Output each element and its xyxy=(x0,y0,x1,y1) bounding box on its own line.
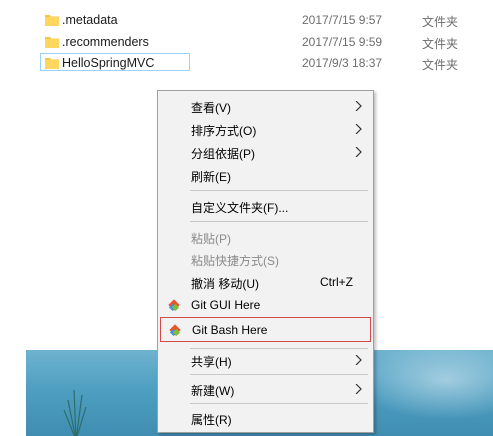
menu-item-label: 查看(V) xyxy=(191,101,231,115)
file-type: 文件夹 xyxy=(422,58,459,72)
menu-item-new[interactable]: 新建(W) xyxy=(160,376,371,398)
menu-item-git-gui[interactable]: Git GUI Here xyxy=(160,294,371,316)
menu-item-label: Git GUI Here xyxy=(191,298,261,312)
chevron-right-icon xyxy=(355,124,362,134)
menu-item-properties[interactable]: 属性(R) xyxy=(160,407,371,429)
menu-separator xyxy=(190,403,368,404)
menu-item-label: 分组依据(P) xyxy=(191,147,255,161)
menu-separator xyxy=(190,221,368,222)
menu-item-shortcut: Ctrl+Z xyxy=(320,275,353,289)
menu-item-label: 撤消 移动(U) xyxy=(191,277,259,291)
file-name-cell: HelloSpringMVC xyxy=(40,53,190,71)
file-name: HelloSpringMVC xyxy=(62,56,155,70)
menu-item-label: 属性(R) xyxy=(191,413,232,427)
menu-separator xyxy=(190,190,368,191)
menu-item-refresh[interactable]: 刷新(E) xyxy=(160,164,371,186)
file-name-cell: .metadata xyxy=(40,10,300,28)
wallpaper-glow xyxy=(356,350,493,420)
menu-item-label: 排序方式(O) xyxy=(191,124,257,138)
menu-item-label: 粘贴(P) xyxy=(191,232,231,246)
file-name: .recommenders xyxy=(62,35,149,49)
menu-item-share[interactable]: 共享(H) xyxy=(160,347,371,369)
file-row-hellospringmvc[interactable]: HelloSpringMVC 2017/9/3 18:37 文件夹 xyxy=(40,53,480,73)
menu-item-label: 粘贴快捷方式(S) xyxy=(191,254,279,268)
folder-icon xyxy=(45,58,59,69)
menu-item-git-bash[interactable]: Git Bash Here xyxy=(160,317,371,342)
file-date: 2017/7/15 9:59 xyxy=(302,35,383,49)
file-name: .metadata xyxy=(62,13,118,27)
folder-icon xyxy=(45,15,59,26)
file-name-cell: .recommenders xyxy=(40,32,300,50)
chevron-right-icon xyxy=(355,101,362,111)
file-date: 2017/7/15 9:57 xyxy=(302,13,383,27)
chevron-right-icon xyxy=(355,384,362,394)
file-date: 2017/9/3 18:37 xyxy=(302,56,383,70)
file-row-recommenders[interactable]: .recommenders 2017/7/15 9:59 文件夹 xyxy=(40,32,480,52)
chevron-right-icon xyxy=(355,147,362,157)
menu-item-sort[interactable]: 排序方式(O) xyxy=(160,118,371,140)
git-icon xyxy=(169,324,181,337)
menu-item-label: 共享(H) xyxy=(191,355,232,369)
menu-item-paste: 粘贴(P) xyxy=(160,226,371,248)
folder-icon xyxy=(45,37,59,48)
menu-item-label: 新建(W) xyxy=(191,384,235,398)
git-icon xyxy=(168,299,180,312)
menu-item-view[interactable]: 查看(V) xyxy=(160,95,371,117)
menu-separator xyxy=(190,374,368,375)
file-row-metadata[interactable]: .metadata 2017/7/15 9:57 文件夹 xyxy=(40,10,480,30)
menu-item-group[interactable]: 分组依据(P) xyxy=(160,141,371,163)
menu-item-label: 刷新(E) xyxy=(191,170,231,184)
menu-item-label: Git Bash Here xyxy=(192,323,268,337)
chevron-right-icon xyxy=(355,355,362,365)
context-menu: 查看(V) 排序方式(O) 分组依据(P) 刷新(E) 自定义文件夹(F)...… xyxy=(157,90,374,433)
menu-item-label: 自定义文件夹(F)... xyxy=(191,201,289,215)
menu-item-undo-move[interactable]: 撤消 移动(U) Ctrl+Z xyxy=(160,271,371,293)
grass-graphic xyxy=(63,389,87,436)
menu-item-paste-shortcut: 粘贴快捷方式(S) xyxy=(160,248,371,270)
file-type: 文件夹 xyxy=(422,37,459,51)
menu-item-customize-folder[interactable]: 自定义文件夹(F)... xyxy=(160,195,371,217)
file-type: 文件夹 xyxy=(422,15,459,29)
